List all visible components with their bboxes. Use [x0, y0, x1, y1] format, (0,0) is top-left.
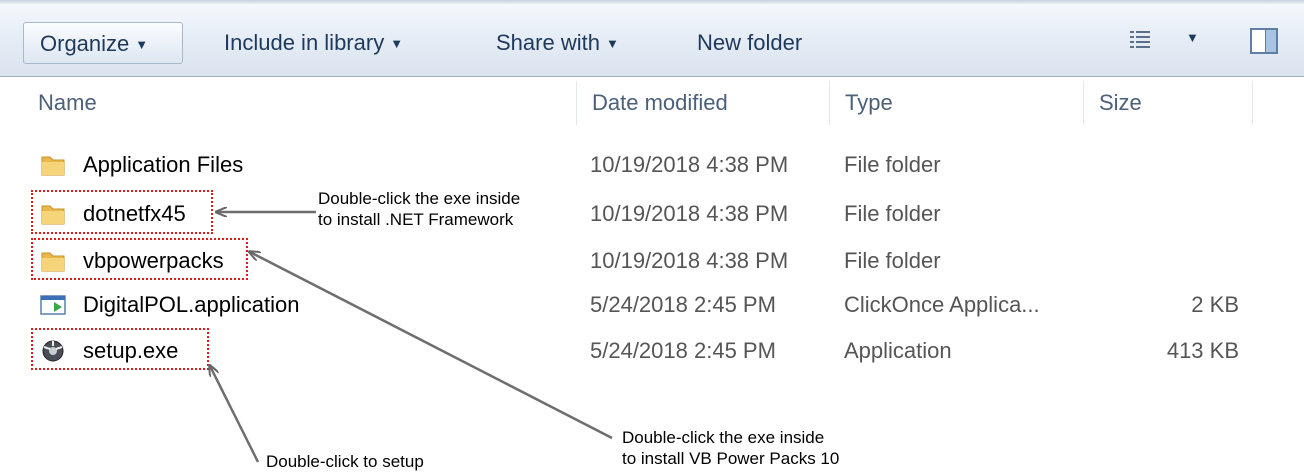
annotation-vbpowerpacks: Double-click the exe inside to install V…: [622, 427, 839, 469]
annotation-dotnetfx45: Double-click the exe inside to install .…: [318, 188, 520, 230]
annotation-arrows: [0, 0, 613, 463]
explorer-window: Organize ▼ Include in library ▼ Share with…: [0, 0, 1304, 475]
annotation-line: Double-click the exe inside: [318, 189, 521, 208]
annotation-line: to install .NET Framework: [318, 210, 514, 229]
arrow-to-setup-exe: [210, 366, 260, 463]
annotation-line: to install VB Power Packs 10: [622, 449, 840, 468]
arrow-to-vbpowerpacks: [250, 252, 613, 440]
annotation-line: Double-click to setup: [266, 452, 424, 471]
annotation-setup: Double-click to setup: [266, 451, 424, 472]
annotation-line: Double-click the exe inside: [622, 428, 825, 447]
